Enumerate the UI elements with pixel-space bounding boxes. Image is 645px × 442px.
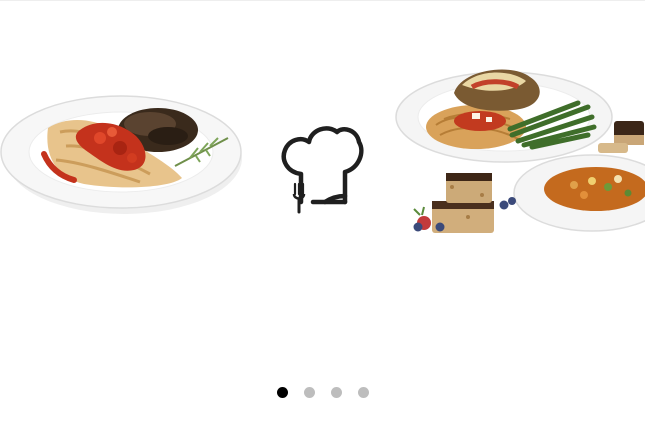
pagination-dot-3[interactable] xyxy=(330,386,342,398)
chef-hat-fork-icon xyxy=(281,126,364,214)
hero-slide xyxy=(0,0,645,360)
grilled-chicken-plate-image xyxy=(0,95,242,214)
pagination-dot-4[interactable] xyxy=(357,386,369,398)
meal-assortment-image xyxy=(395,69,645,233)
pagination-dot-1[interactable] xyxy=(276,386,288,398)
carousel-pagination xyxy=(0,385,645,399)
pagination-dot-2[interactable] xyxy=(303,386,315,398)
